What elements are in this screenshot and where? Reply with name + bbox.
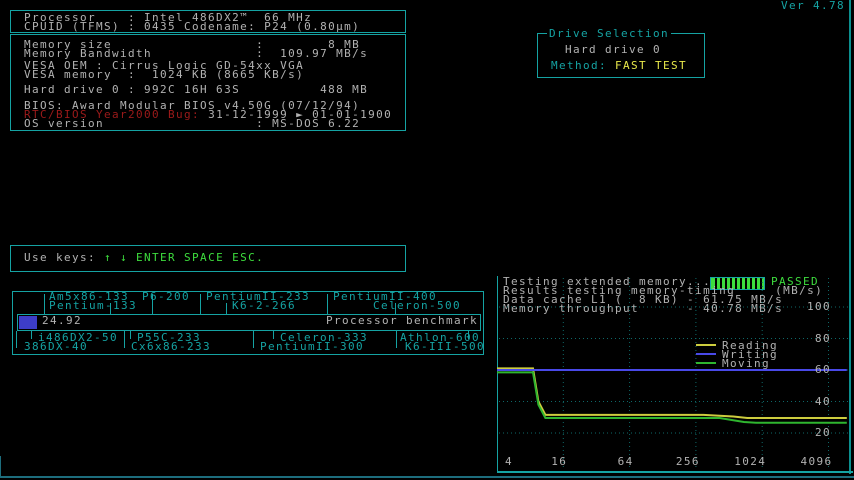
x-tick-label: 64	[618, 457, 634, 466]
legend-label-moving: Moving	[722, 359, 770, 368]
series-reading	[497, 368, 847, 418]
x-tick-label: 256	[676, 457, 700, 466]
benchmark-title: Processor benchmark	[326, 316, 478, 325]
keys-help-prefix: Use keys:	[24, 251, 104, 264]
benchmark-tick	[31, 331, 32, 339]
cpu-ref-label: Cx6x86-233	[131, 342, 211, 351]
benchmark-tick	[130, 331, 131, 339]
x-tick-label: 16	[551, 457, 567, 466]
benchmark-tick	[327, 294, 328, 314]
cpu-ref-label: 386DX-40	[24, 342, 88, 351]
cpu-ref-label: K6-2-266	[232, 301, 296, 310]
memory-bandwidth-row: Memory Bandwidth : 109.97 MB/s	[24, 49, 368, 58]
y-tick-label: 40	[800, 397, 831, 406]
method-value: FAST TEST	[615, 59, 687, 72]
drive-selection-title: Drive Selection	[547, 29, 671, 38]
benchmark-tick	[110, 303, 111, 314]
y-tick-label: 80	[800, 334, 831, 343]
drive-selection-drive: Hard drive 0	[565, 45, 661, 54]
y-tick-label: 100	[800, 302, 831, 311]
y-tick-label: 60	[800, 365, 831, 374]
benchmark-bar-fill	[19, 316, 37, 329]
benchmark-tick	[44, 294, 45, 314]
keys-help-row: Use keys: ↑ ↓ ENTER SPACE ESC.	[24, 253, 264, 262]
benchmark-score: 24.92	[42, 316, 82, 325]
benchmark-tick	[395, 303, 396, 314]
y-tick-label: 20	[800, 428, 831, 437]
vesa-memory-row: VESA memory : 1024 KB (8665 KB/s)	[24, 70, 304, 79]
os-version-row: OS version : MS-DOS 6.22	[24, 119, 360, 128]
cpu-ref-label: P6-200	[142, 292, 190, 301]
benchmark-tick	[124, 331, 125, 348]
legend-line-moving	[696, 362, 716, 364]
benchmark-tick	[468, 331, 469, 339]
x-tick-label: 1024	[734, 457, 766, 466]
legend-line-writing	[696, 353, 716, 355]
method-label: Method:	[551, 59, 615, 72]
legend-line-reading	[696, 344, 716, 346]
benchmark-tick	[200, 294, 201, 314]
benchmark-tick	[273, 331, 274, 339]
x-tick-label: 4096	[801, 457, 833, 466]
keys-help-keys: ↑ ↓ ENTER SPACE ESC.	[104, 251, 264, 264]
benchmark-tick	[226, 303, 227, 314]
cpu-ref-label: Celeron-500	[373, 301, 461, 310]
cpuid-row: CPUID (TFMS) : 0435 Codename: P24 (0.80µ…	[24, 22, 360, 31]
screen-left-edge	[0, 456, 1, 477]
version-label: Ver 4.78	[781, 1, 845, 10]
benchmark-tick	[152, 294, 153, 314]
speedsys-screen: Ver 4.78 Processor : Intel 486DX2™ 66 MH…	[0, 0, 854, 480]
cpu-ref-label: K6-III-500	[405, 342, 485, 351]
drive-selection-method: Method: FAST TEST	[551, 61, 687, 70]
benchmark-tick	[253, 331, 254, 348]
benchmark-tick	[396, 331, 397, 348]
x-tick-label: 4	[505, 457, 513, 466]
benchmark-tick	[16, 331, 17, 348]
hard-drive-row: Hard drive 0 : 992C 16H 63S 488 MB	[24, 85, 368, 94]
cpu-ref-label: PentiumII-300	[260, 342, 364, 351]
cpu-ref-label: Pentium-133	[49, 301, 137, 310]
